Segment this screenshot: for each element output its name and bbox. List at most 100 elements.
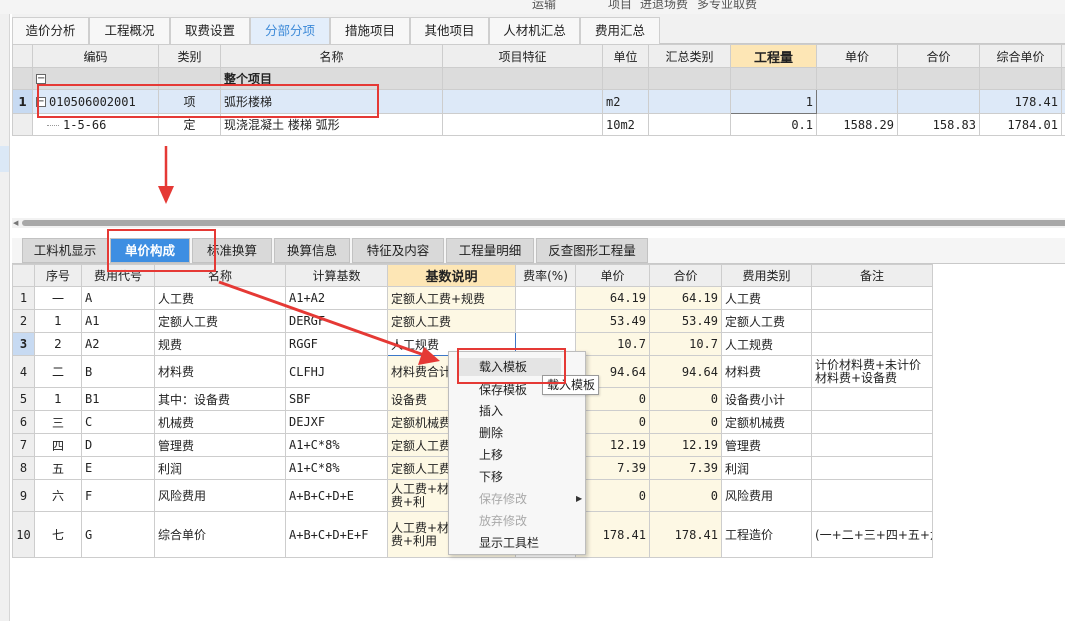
cost-total[interactable]: 0 bbox=[649, 479, 722, 512]
menu-show-toolbar[interactable]: 显示工具栏 bbox=[479, 534, 539, 552]
cost-remark[interactable]: (一+二+三+四+五+六) bbox=[811, 511, 933, 558]
header-fee-code[interactable]: 费用代号 bbox=[81, 264, 155, 287]
tab-standard-conversion[interactable]: 标准换算 bbox=[192, 238, 272, 263]
tab-reverse-lookup-quantity[interactable]: 反查图形工程量 bbox=[536, 238, 648, 263]
menu-load-template[interactable]: 载入模板 bbox=[457, 358, 561, 376]
cost-unit-price[interactable]: 0 bbox=[575, 479, 650, 512]
tab-fee-summary[interactable]: 费用汇总 bbox=[580, 17, 660, 44]
header-name[interactable]: 名称 bbox=[154, 264, 286, 287]
cost-base[interactable]: A+B+C+D+E bbox=[285, 479, 388, 512]
item-comprehensive-price[interactable]: 1784.01 bbox=[979, 113, 1062, 136]
cost-remark[interactable] bbox=[811, 456, 933, 480]
collapse-toggle-icon[interactable]: − bbox=[36, 97, 46, 107]
cost-name[interactable]: 综合单价 bbox=[154, 511, 286, 558]
item-total[interactable] bbox=[897, 89, 980, 114]
cost-name[interactable]: 利润 bbox=[154, 456, 286, 480]
header-overflow[interactable]: 综 bbox=[1061, 44, 1065, 68]
header-rate[interactable]: 费率(%) bbox=[515, 264, 576, 287]
tab-measures[interactable]: 措施项目 bbox=[330, 17, 410, 44]
cost-remark[interactable] bbox=[811, 410, 933, 434]
cost-description[interactable]: 定额人工费 bbox=[387, 309, 516, 333]
cost-category[interactable]: 工程造价 bbox=[721, 511, 812, 558]
item-quantity[interactable]: 0.1 bbox=[730, 113, 817, 136]
cost-seq[interactable]: 一 bbox=[34, 286, 82, 310]
item-name[interactable]: 弧形楼梯 bbox=[220, 89, 443, 114]
cost-code[interactable]: E bbox=[81, 456, 155, 480]
cost-total[interactable]: 94.64 bbox=[649, 355, 722, 388]
header-fee-category[interactable]: 费用类别 bbox=[721, 264, 812, 287]
cost-code[interactable]: D bbox=[81, 433, 155, 457]
cost-unit-price[interactable]: 64.19 bbox=[575, 286, 650, 310]
cost-seq[interactable]: 六 bbox=[34, 479, 82, 512]
menu-move-up[interactable]: 上移 bbox=[479, 446, 503, 464]
row-number[interactable]: 10 bbox=[12, 511, 35, 558]
group-row[interactable]: − 整个项目 bbox=[12, 67, 1065, 90]
cost-seq[interactable]: 五 bbox=[34, 456, 82, 480]
cost-category[interactable]: 材料费 bbox=[721, 355, 812, 388]
header-quantity[interactable]: 工程量 bbox=[730, 44, 817, 68]
header-total[interactable]: 合价 bbox=[897, 44, 980, 68]
row-number[interactable]: 1 bbox=[12, 89, 33, 114]
item-type[interactable]: 项 bbox=[158, 89, 221, 114]
cost-seq[interactable]: 2 bbox=[34, 332, 82, 356]
cost-total[interactable]: 7.39 bbox=[649, 456, 722, 480]
header-unit-price[interactable]: 单价 bbox=[816, 44, 898, 68]
menu-save-template[interactable]: 保存模板 bbox=[479, 381, 527, 399]
horizontal-scrollbar[interactable]: ◀ bbox=[12, 218, 1065, 228]
cost-category[interactable]: 风险费用 bbox=[721, 479, 812, 512]
cost-category[interactable]: 定额人工费 bbox=[721, 309, 812, 333]
cost-seq[interactable]: 四 bbox=[34, 433, 82, 457]
row-number[interactable]: 8 bbox=[12, 456, 35, 480]
cost-name[interactable]: 其中：设备费 bbox=[154, 387, 286, 411]
tab-labor-material-summary[interactable]: 人材机汇总 bbox=[489, 17, 580, 44]
cost-base[interactable]: A1+A2 bbox=[285, 286, 388, 310]
item-comprehensive-price[interactable]: 178.41 bbox=[979, 89, 1062, 114]
cost-rate[interactable] bbox=[515, 286, 576, 310]
cost-row[interactable]: 1 一 A 人工费 A1+A2 定额人工费+规费 64.19 64.19 人工费 bbox=[12, 286, 933, 310]
header-calc-base[interactable]: 计算基数 bbox=[285, 264, 388, 287]
cost-seq[interactable]: 七 bbox=[34, 511, 82, 558]
item-summary-type[interactable] bbox=[648, 89, 731, 114]
header-summary-type[interactable]: 汇总类别 bbox=[648, 44, 731, 68]
cost-unit-price[interactable]: 53.49 bbox=[575, 309, 650, 333]
row-number[interactable]: 3 bbox=[12, 332, 35, 356]
tab-features-content[interactable]: 特征及内容 bbox=[352, 238, 444, 263]
cost-seq[interactable]: 二 bbox=[34, 355, 82, 388]
cost-name[interactable]: 机械费 bbox=[154, 410, 286, 434]
header-code[interactable]: 编码 bbox=[32, 44, 159, 68]
cost-seq[interactable]: 1 bbox=[34, 387, 82, 411]
menu-delete[interactable]: 删除 bbox=[479, 424, 503, 442]
cost-code[interactable]: A2 bbox=[81, 332, 155, 356]
item-feature[interactable] bbox=[442, 113, 603, 136]
cost-remark[interactable] bbox=[811, 309, 933, 333]
header-feature[interactable]: 项目特征 bbox=[442, 44, 603, 68]
header-remark[interactable]: 备注 bbox=[811, 264, 933, 287]
tab-unit-price-composition[interactable]: 单价构成 bbox=[110, 238, 190, 263]
cost-total[interactable]: 0 bbox=[649, 410, 722, 434]
header-seq[interactable]: 序号 bbox=[34, 264, 82, 287]
cost-category[interactable]: 定额机械费 bbox=[721, 410, 812, 434]
row-number[interactable]: 7 bbox=[12, 433, 35, 457]
tab-quantity-details[interactable]: 工程量明细 bbox=[446, 238, 534, 263]
cost-base[interactable]: DERGF bbox=[285, 309, 388, 333]
cost-seq[interactable]: 三 bbox=[34, 410, 82, 434]
cost-unit-price[interactable]: 10.7 bbox=[575, 332, 650, 356]
item-total[interactable]: 158.83 bbox=[897, 113, 980, 136]
tab-labor-material-display[interactable]: 工料机显示 bbox=[22, 238, 108, 263]
cost-remark[interactable] bbox=[811, 332, 933, 356]
cost-unit-price[interactable]: 0 bbox=[575, 410, 650, 434]
scroll-left-icon[interactable]: ◀ bbox=[13, 219, 18, 227]
cost-remark[interactable] bbox=[811, 387, 933, 411]
cost-name[interactable]: 材料费 bbox=[154, 355, 286, 388]
item-unit-price[interactable] bbox=[816, 89, 898, 114]
item-type[interactable]: 定 bbox=[158, 113, 221, 136]
row-number[interactable]: 6 bbox=[12, 410, 35, 434]
tab-itemized[interactable]: 分部分项 bbox=[250, 17, 330, 44]
header-unit[interactable]: 单位 bbox=[602, 44, 649, 68]
tab-cost-analysis[interactable]: 造价分析 bbox=[12, 17, 89, 44]
cost-remark[interactable] bbox=[811, 286, 933, 310]
menu-insert[interactable]: 插入 bbox=[479, 402, 503, 420]
row-number[interactable]: 9 bbox=[12, 479, 35, 512]
cost-name[interactable]: 风险费用 bbox=[154, 479, 286, 512]
item-quantity[interactable]: 1 bbox=[730, 89, 817, 114]
